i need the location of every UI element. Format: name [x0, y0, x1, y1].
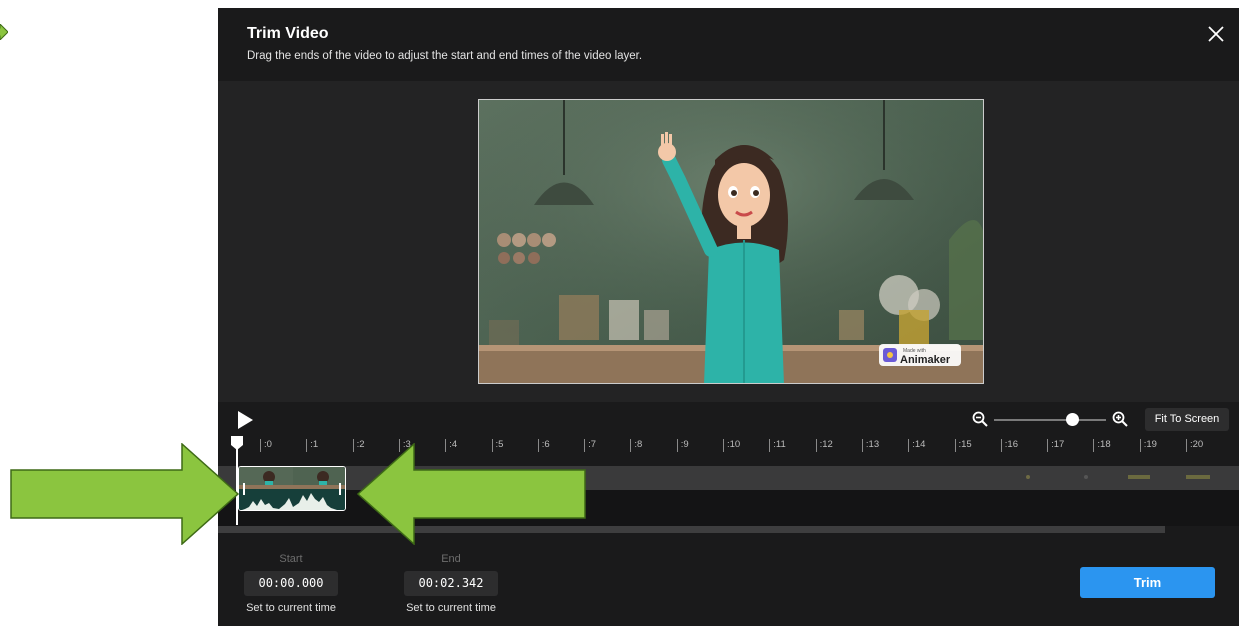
timeline-tick-mark: [306, 439, 308, 452]
timeline-tick-mark: [1093, 439, 1095, 452]
timeline-tick-label: :1: [310, 439, 319, 450]
clip-right-handle-icon[interactable]: [338, 483, 342, 495]
timeline-tick-label: :0: [264, 439, 272, 450]
zoom-slider[interactable]: [994, 419, 1106, 421]
clip-left-handle-icon[interactable]: [242, 483, 246, 495]
timeline-tick-label: :16: [1004, 439, 1019, 450]
modal-subtitle: Drag the ends of the video to adjust the…: [247, 50, 643, 62]
fit-to-screen-button[interactable]: Fit To Screen: [1145, 408, 1229, 431]
clip-thumbnails: [239, 467, 345, 489]
trim-button[interactable]: Trim: [1080, 567, 1215, 598]
timeline-tick-mark: [676, 439, 678, 452]
end-label: End: [441, 553, 461, 565]
play-icon[interactable]: [236, 410, 254, 430]
timeline-tick-label: :14: [912, 439, 926, 450]
set-end-current-time-link[interactable]: Set to current time: [396, 602, 506, 614]
zoom-in-icon[interactable]: [1112, 411, 1128, 427]
video-preview-area: Made with Animaker: [218, 81, 1239, 402]
start-label: Start: [279, 553, 303, 565]
video-frame-image: Made with Animaker: [479, 100, 983, 383]
timeline-tick-mark: [861, 439, 863, 452]
timeline-tick-label: :12: [819, 439, 833, 450]
start-time-group: Start 00:00.000 Set to current time: [236, 551, 346, 614]
timeline-tick-label: :9: [680, 439, 689, 450]
timeline-tick-mark: [954, 439, 956, 452]
timeline-tick-label: :7: [588, 439, 597, 450]
timeline-tick-label: :19: [1143, 439, 1157, 450]
corner-arrow-icon: [0, 24, 8, 40]
timeline-tick-label: :11: [773, 439, 786, 450]
video-preview: Made with Animaker: [478, 99, 984, 384]
track-ghost-thumbnails: [1026, 475, 1210, 479]
timeline-tick-mark: [769, 439, 771, 452]
timeline-tick-label: :18: [1097, 439, 1111, 450]
right-pointing-annotation-arrow-icon: [10, 443, 240, 545]
timeline-tick-mark: [260, 439, 261, 452]
timeline-tick-mark: [723, 439, 724, 452]
timeline-tick-label: :8: [634, 439, 643, 450]
zoom-out-icon[interactable]: [972, 411, 988, 427]
timeline-tick-label: :15: [958, 439, 972, 450]
timeline-tick-label: :10: [727, 439, 741, 450]
start-time-input[interactable]: 00:00.000: [244, 571, 338, 596]
timeline-tick-mark: [908, 439, 910, 452]
end-time-input[interactable]: 00:02.342: [404, 571, 498, 596]
timeline-tick-mark: [1186, 439, 1187, 452]
timeline-tick-label: :17: [1051, 439, 1065, 450]
timeline-tick-mark: [630, 439, 632, 452]
watermark-brand-text: Animaker: [900, 354, 951, 366]
timeline-tick-mark: [1139, 439, 1141, 452]
screenshot-canvas: Trim Video Drag the ends of the video to…: [0, 0, 1245, 626]
modal-header: Trim Video Drag the ends of the video to…: [218, 8, 1239, 81]
timeline-tick-mark: [1000, 439, 1002, 452]
video-clip[interactable]: [238, 466, 346, 511]
set-start-current-time-link[interactable]: Set to current time: [236, 602, 346, 614]
playback-controls: Fit To Screen: [218, 402, 1239, 436]
timeline-tick-mark: [1047, 439, 1049, 452]
end-time-group: End 00:02.342 Set to current time: [396, 551, 506, 614]
zoom-slider-handle[interactable]: [1066, 413, 1080, 426]
close-icon[interactable]: [1207, 25, 1225, 43]
timeline-tick-label: :20: [1190, 439, 1204, 450]
modal-title: Trim Video: [247, 25, 329, 42]
clip-audio-waveform: [239, 489, 345, 510]
timeline-tick-mark: [352, 439, 354, 452]
timeline-tick-mark: [815, 439, 817, 452]
left-pointing-annotation-arrow-icon: [356, 443, 586, 545]
timeline-tick-label: :13: [865, 439, 880, 450]
